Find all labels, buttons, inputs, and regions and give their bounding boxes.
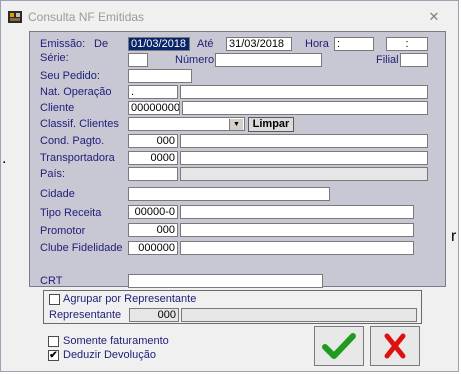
- window-title: Consulta NF Emitidas: [28, 10, 145, 24]
- close-button[interactable]: ✕: [412, 8, 456, 26]
- clube-fidelidade-desc-field[interactable]: [180, 241, 414, 255]
- dialog-window: Consulta NF Emitidas ✕ Emissão: De 01/03…: [0, 0, 459, 372]
- side-mark-right: r: [451, 228, 457, 245]
- numero-label: Número: [175, 54, 215, 66]
- numero-field[interactable]: [215, 53, 322, 67]
- pais-name-field: [180, 167, 428, 181]
- cond-pagto-code-field[interactable]: 000: [128, 134, 178, 148]
- filial-label: Filial: [376, 54, 399, 66]
- tipo-receita-label: Tipo Receita: [40, 207, 102, 219]
- data-ate-field[interactable]: 31/03/2018: [226, 37, 292, 51]
- tipo-receita-code-field[interactable]: 00000-0: [128, 205, 178, 219]
- serie-label: Série:: [40, 52, 69, 64]
- representante-label: Representante: [49, 309, 122, 321]
- tipo-receita-desc-field[interactable]: [180, 205, 414, 219]
- crt-field[interactable]: [128, 274, 323, 288]
- classif-clientes-combo[interactable]: ▼: [128, 117, 245, 131]
- cliente-label: Cliente: [40, 102, 75, 114]
- cliente-code-field[interactable]: 00000000: [128, 101, 180, 115]
- nat-operacao-code-field[interactable]: .: [128, 85, 178, 99]
- nat-operacao-label: Nat. Operação: [40, 86, 112, 98]
- filter-panel: Emissão: De 01/03/2018 Até 31/03/2018 Ho…: [29, 31, 446, 288]
- somente-faturamento-checkbox[interactable]: [48, 336, 59, 347]
- clube-fidelidade-code-field[interactable]: 000000: [128, 241, 178, 255]
- cidade-field[interactable]: [128, 187, 330, 201]
- transportadora-code-field[interactable]: 0000: [128, 151, 178, 165]
- hora-label: Hora: [305, 38, 329, 50]
- transportadora-name-field[interactable]: [180, 151, 428, 165]
- representante-code-field[interactable]: 000: [129, 308, 179, 322]
- app-icon: [8, 11, 22, 23]
- serie-field[interactable]: [128, 53, 148, 67]
- hora-ate-field[interactable]: :: [386, 37, 428, 51]
- deduzir-devolucao-checkbox[interactable]: ✔: [48, 350, 59, 361]
- filial-field[interactable]: [400, 53, 428, 67]
- checkmark-icon: ✔: [49, 350, 58, 361]
- close-icon: ✕: [428, 9, 440, 24]
- ate-label: Até: [197, 38, 214, 50]
- agrupar-representante-checkbox[interactable]: [49, 294, 60, 305]
- green-check-icon: [322, 333, 356, 359]
- agrupar-representante-label: Agrupar por Representante: [63, 293, 197, 305]
- pais-code-field[interactable]: [128, 167, 178, 181]
- title-bar: Consulta NF Emitidas ✕: [1, 1, 458, 31]
- transportadora-label: Transportadora: [40, 152, 115, 164]
- deduzir-devolucao-label: Deduzir Devolução: [63, 349, 156, 361]
- seu-pedido-label: Seu Pedido:: [40, 70, 100, 82]
- representante-group: Agrupar por Representante Representante …: [43, 290, 422, 324]
- chevron-down-icon[interactable]: ▼: [229, 119, 243, 130]
- ok-button[interactable]: [314, 326, 364, 366]
- representante-name-field: [181, 308, 417, 322]
- red-x-icon: [384, 333, 406, 359]
- promotor-label: Promotor: [40, 225, 86, 237]
- data-de-field[interactable]: 01/03/2018: [128, 37, 190, 51]
- nat-operacao-desc-field[interactable]: [180, 85, 428, 99]
- hora-de-field[interactable]: :: [334, 37, 374, 51]
- cancel-button[interactable]: [370, 326, 420, 366]
- de-label: De: [94, 38, 109, 50]
- limpar-button[interactable]: Limpar: [248, 117, 294, 132]
- pais-label: País:: [40, 168, 66, 180]
- promotor-name-field[interactable]: [180, 223, 414, 237]
- cond-pagto-label: Cond. Pagto.: [40, 135, 105, 147]
- crt-label: CRT: [40, 275, 63, 287]
- cliente-name-field[interactable]: [182, 101, 428, 115]
- cidade-label: Cidade: [40, 188, 75, 200]
- somente-faturamento-label: Somente faturamento: [63, 335, 169, 347]
- classif-clientes-label: Classif. Clientes: [40, 118, 119, 130]
- promotor-code-field[interactable]: 000: [128, 223, 178, 237]
- cond-pagto-desc-field[interactable]: [180, 134, 428, 148]
- side-mark-left: .: [2, 150, 7, 167]
- emissao-label: Emissão:: [40, 38, 86, 50]
- seu-pedido-field[interactable]: [128, 69, 192, 83]
- clube-fidelidade-label: Clube Fidelidade: [40, 242, 123, 254]
